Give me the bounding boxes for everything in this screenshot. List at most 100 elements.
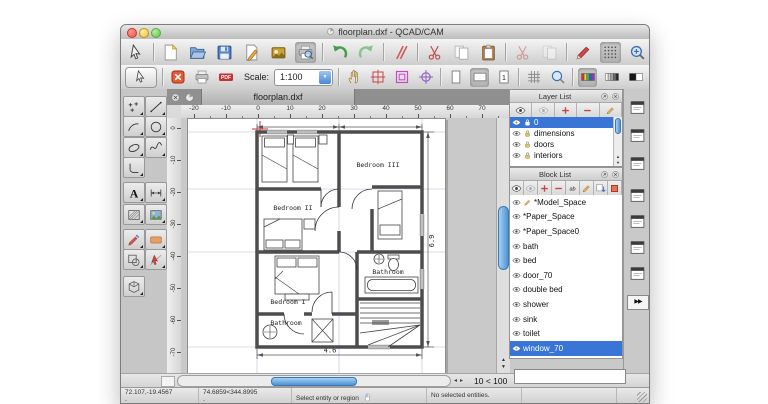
block-panel-float-button[interactable] (600, 170, 609, 179)
layer-row-dimensions[interactable]: dimensions (510, 128, 613, 139)
edit-block-button[interactable] (580, 181, 594, 196)
horizontal-scrollbar-thumb[interactable] (271, 377, 357, 386)
block-row--paper-space0[interactable]: *Paper_Space0 (510, 224, 622, 239)
block-row--model-space[interactable]: *Model_Space (510, 195, 622, 210)
rename-block-button[interactable]: ab (566, 181, 580, 196)
layer-scroll-up-button[interactable]: ▲ (614, 154, 622, 159)
show-more-panels-button[interactable]: ▶▶ (627, 295, 649, 310)
blackwhite-mode-button[interactable] (626, 68, 645, 87)
property-editor-pen-button[interactable] (573, 42, 594, 63)
add-layer-button[interactable] (554, 103, 578, 118)
image-tool-button[interactable] (145, 204, 167, 225)
zoom-in-button[interactable] (627, 42, 648, 63)
line-tool-button[interactable] (145, 96, 167, 117)
layer-scroll-down-button[interactable]: ▼ (614, 160, 622, 165)
block-row-sink[interactable]: sink (510, 312, 622, 327)
layer-row-0[interactable]: 0 (510, 117, 613, 128)
print-preview-button[interactable] (295, 41, 316, 63)
block-row-door-70[interactable]: door_70 (510, 268, 622, 283)
drawing-canvas[interactable]: 4.6 6.9 Bedroom III Bedroom II Bedroom I… (181, 118, 496, 373)
cut-button[interactable] (424, 42, 445, 63)
page-portrait-button[interactable] (446, 68, 465, 87)
layer-row-interiors[interactable]: interiors (510, 150, 613, 161)
remove-block-button[interactable] (552, 181, 566, 196)
polyline-tool-button[interactable] (123, 157, 145, 178)
ellipse-tool-button[interactable] (123, 137, 145, 158)
vertical-scrollbar-thumb[interactable] (498, 206, 509, 270)
grayscale-mode-button[interactable] (602, 68, 621, 87)
add-block-button[interactable] (538, 181, 552, 196)
dimension-tool-button[interactable] (145, 182, 167, 203)
resize-grip[interactable] (637, 392, 647, 402)
insert-block-button[interactable] (594, 181, 608, 196)
horizontal-scrollbar[interactable] (177, 375, 451, 387)
drawing-tab[interactable]: floorplan.dxf (201, 89, 355, 105)
combobox-dropdown-icon[interactable]: ▼ (319, 70, 332, 84)
scroll-right-button[interactable]: ▸ (460, 378, 466, 384)
boolean-tool-button[interactable] (123, 249, 145, 270)
spline-tool-button[interactable] (145, 137, 167, 158)
zoom-magnifier-button[interactable] (548, 68, 567, 87)
arc-tool-button[interactable] (123, 116, 145, 137)
snap-tool-button[interactable] (145, 249, 167, 270)
scale-combobox[interactable]: 1:100 ▼ (274, 68, 334, 86)
block-row-bed[interactable]: bed (510, 253, 622, 268)
block-row-shower[interactable]: shower (510, 297, 622, 312)
hide-all-layers-button[interactable] (532, 103, 555, 118)
viewports-panel-button[interactable] (627, 153, 647, 173)
svg-export-button[interactable] (241, 42, 262, 63)
new-document-button[interactable] (160, 42, 181, 63)
point-tool-button[interactable] (123, 96, 145, 117)
open-document-button[interactable] (187, 42, 208, 63)
layer-panel-float-button[interactable] (600, 92, 609, 101)
pdf-export-button[interactable]: PDF (216, 68, 235, 87)
auto-zoom-button[interactable] (368, 68, 387, 87)
property-editor-panel-button[interactable] (627, 97, 647, 117)
circle-tool-button[interactable] (145, 116, 167, 137)
cut-with-reference-button[interactable] (512, 42, 533, 63)
modify-tool-button[interactable] (123, 229, 145, 250)
delete-block-button[interactable] (608, 181, 622, 196)
pan-hand-button[interactable] (344, 68, 363, 87)
layer-panel-close-button[interactable] (611, 92, 620, 101)
origin-crosshair-button[interactable] (416, 68, 435, 87)
block-row-bath[interactable]: bath (510, 239, 622, 254)
redo-button[interactable] (356, 42, 377, 63)
save-document-button[interactable] (214, 42, 235, 63)
layer-list-scrollbar[interactable]: ▲ ▼ (613, 117, 622, 166)
layer-row-doors[interactable]: doors (510, 139, 613, 150)
copy-button[interactable] (451, 42, 472, 63)
show-all-blocks-button[interactable] (510, 181, 524, 196)
print-button[interactable] (192, 68, 211, 87)
drawing-borders-button[interactable] (392, 68, 411, 87)
command-line-input[interactable] (514, 369, 626, 384)
paste-with-reference-button[interactable] (539, 42, 560, 63)
block-row-toilet[interactable]: toilet (510, 326, 622, 341)
block-row-window-70[interactable]: window_70 (510, 340, 622, 356)
clipboard-panel-button[interactable] (627, 237, 647, 257)
text-tool-button[interactable]: A (123, 182, 145, 203)
paste-button[interactable] (478, 42, 499, 63)
block-row--paper-space[interactable]: *Paper_Space (510, 210, 622, 225)
undo-button[interactable] (329, 42, 350, 63)
show-all-layers-button[interactable] (510, 103, 533, 118)
block-panel-close-button[interactable] (611, 170, 620, 179)
close-drawing-button[interactable] (168, 68, 187, 87)
bitmap-export-button[interactable] (268, 42, 289, 63)
solid-fill-tool-button[interactable] (145, 229, 167, 250)
edit-layer-button[interactable] (599, 103, 623, 118)
close-tab-button[interactable] (170, 92, 181, 103)
color-mode-button[interactable] (578, 67, 598, 87)
page-landscape-button[interactable] (470, 67, 490, 87)
hide-all-blocks-button[interactable] (524, 181, 538, 196)
command-line-panel-button[interactable] (627, 263, 647, 283)
hatch-tool-button[interactable] (123, 204, 145, 225)
selection-tool-button[interactable] (125, 66, 157, 88)
viewport-3d-tool-button[interactable] (123, 276, 145, 297)
library-browser-panel-button[interactable] (627, 211, 647, 231)
selection-pointer-button[interactable] (126, 42, 147, 63)
grid-toggle-button[interactable] (600, 41, 621, 63)
remove-layer-button[interactable] (577, 103, 600, 118)
vertical-scrollbar[interactable]: ▲ ▼ (496, 118, 510, 373)
layer-list-panel-button[interactable] (627, 125, 647, 145)
